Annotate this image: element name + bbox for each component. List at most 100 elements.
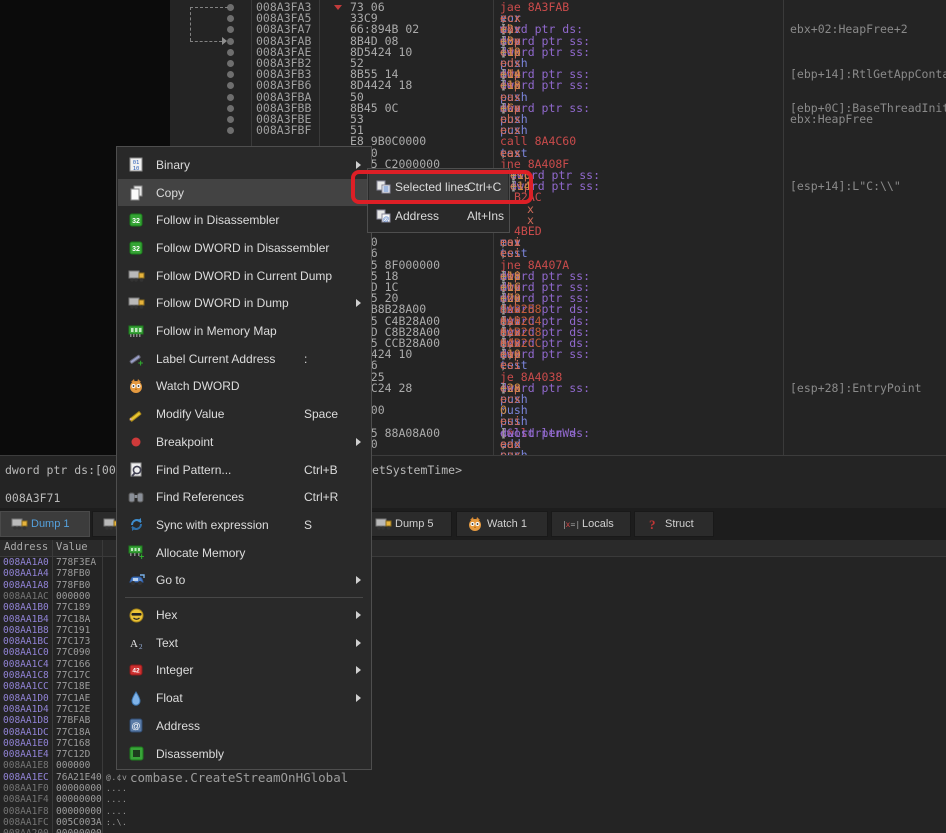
tab-dump-5[interactable]: Dump 5 (364, 511, 452, 537)
menu-item-label: Sync with expression (156, 518, 269, 532)
menu-separator (125, 597, 363, 598)
dump-row[interactable]: 008AA1F400000000.... (0, 794, 946, 805)
menu-item-allocate-memory[interactable]: +Allocate Memory (118, 539, 370, 567)
menu-item-label: Allocate Memory (156, 546, 245, 560)
menu-item-address[interactable]: @Address (118, 712, 370, 740)
menu-item-sync-with-expression[interactable]: Sync with expression S (118, 511, 370, 539)
menu-item-label: Follow DWORD in Dump (156, 296, 289, 310)
menu-item-label-current-address[interactable]: + Label Current Address: (118, 345, 370, 373)
dump-value: 00000000 (56, 806, 102, 817)
cpu32-icon: 32 (127, 239, 145, 257)
menu-item-copy[interactable]: Copy (118, 179, 370, 207)
menu-item-shortcut: Space (304, 407, 338, 421)
menu-item-follow-dword-in-current-dump[interactable]: Follow DWORD in Current Dump (118, 262, 370, 290)
dump-ascii: .... (106, 783, 127, 794)
info-expression-right: etSystemTime> (372, 463, 462, 477)
submenu-item-address[interactable]: @AddressAlt+Ins (369, 201, 508, 230)
menu-item-find-references[interactable]: Find ReferencesCtrl+R (118, 483, 370, 511)
tab-watch-1[interactable]: Watch 1 (456, 511, 548, 537)
dump-ascii: .... (106, 794, 127, 805)
dump-value: 77C18E (56, 681, 90, 692)
dump-row[interactable]: 008AA1FC005C003A:.\. (0, 817, 946, 828)
watch-icon (466, 515, 484, 533)
menu-item-text[interactable]: A2Text (118, 629, 370, 657)
svg-text:2: 2 (139, 643, 143, 650)
instruction-comment: [esp+14]:L"C:\\" (790, 181, 901, 192)
menu-item-follow-in-disassembler[interactable]: 32Follow in Disassembler (118, 206, 370, 234)
svg-text:42: 42 (132, 668, 140, 675)
struct-icon: ? (644, 515, 662, 533)
tab-locals[interactable]: |x=|Locals (551, 511, 631, 537)
hex-icon (127, 606, 145, 624)
locals-icon: |x=| (561, 515, 579, 533)
instruction-comment: ebx+02:HeapFree+2 (790, 24, 908, 35)
menu-item-go-to[interactable]: Go to (118, 567, 370, 595)
menu-item-find-pattern[interactable]: Find Pattern...Ctrl+B (118, 456, 370, 484)
dump-row[interactable]: 008AA1F8 00000000.... (0, 806, 946, 817)
copy-address-icon: @ (374, 207, 392, 225)
menu-item-modify-value[interactable]: Modify ValueSpace (118, 400, 370, 428)
watch-icon (127, 377, 145, 395)
dump-address: 008AA1D4 (3, 704, 49, 715)
tab-dump-1[interactable]: Dump 1 (0, 511, 90, 537)
breakpoint-icon (127, 433, 145, 451)
menu-item-label: Copy (156, 186, 184, 200)
menu-item-binary[interactable]: 0110Binary (118, 151, 370, 179)
dump-value: 005C003A (56, 817, 102, 828)
dump-address: 008AA1B0 (3, 602, 49, 613)
menu-item-hex[interactable]: Hex (118, 601, 370, 629)
dump-value: 77C191 (56, 625, 90, 636)
menu-item-watch-dword[interactable]: Watch DWORD (118, 373, 370, 401)
menu-item-label: Text (156, 636, 178, 650)
dump-row[interactable]: 008AA1EC76A21E40@.¢vcombase.CreateStream… (0, 772, 946, 783)
menu-item-follow-dword-in-dump[interactable]: Follow DWORD in Dump (118, 290, 370, 318)
dump-address: 008AA1F8 (3, 806, 49, 817)
menu-item-breakpoint[interactable]: Breakpoint (118, 428, 370, 456)
menu-item-label: Disassembly (156, 747, 224, 761)
menu-item-label: Breakpoint (156, 435, 213, 449)
svg-text:+: + (138, 358, 143, 367)
dump-ascii: .... (106, 806, 127, 817)
instruction-comment: [esp+28]:EntryPoint (790, 383, 922, 394)
dump-value: 77C1AE (56, 693, 90, 704)
dump-address: 008AA1F4 (3, 794, 49, 805)
breakpoint-dot (227, 82, 234, 89)
menu-item-follow-dword-in-disassembler[interactable]: 32Follow DWORD in Disassembler (118, 234, 370, 262)
dump-value: 77C18A (56, 614, 90, 625)
dump-address: 008AA1DC (3, 727, 49, 738)
menu-item-label: Find Pattern... (156, 463, 231, 477)
dump-value: 77C17C (56, 670, 90, 681)
menu-item-shortcut: : (304, 352, 307, 366)
breakpoint-dot (227, 71, 234, 78)
menu-item-float[interactable]: Float (118, 684, 370, 712)
dump-value: 77C166 (56, 659, 90, 670)
tab-label: Locals (582, 518, 614, 530)
cpu32-icon: 32 (127, 211, 145, 229)
menu-item-integer[interactable]: 42Integer (118, 657, 370, 685)
menu-item-disassembly[interactable]: Disassembly (118, 740, 370, 768)
submenu-item-label: Address (395, 209, 439, 223)
submenu-arrow-icon (356, 299, 361, 307)
dump-value: 76A21E40 (56, 772, 102, 783)
menu-item-follow-in-memory-map[interactable]: Follow in Memory Map (118, 317, 370, 345)
find-pattern-icon (127, 461, 145, 479)
dump-ascii: .... (106, 828, 127, 833)
dump-value: 778FB0 (56, 568, 90, 579)
dump-address: 008AA1AC (3, 591, 49, 602)
submenu-arrow-icon (356, 161, 361, 169)
disassembly-icon (127, 745, 145, 763)
submenu-arrow-icon (356, 576, 361, 584)
tab-label: Dump 5 (395, 518, 434, 530)
breakpoint-dot (227, 60, 234, 67)
dump-row[interactable]: 008AA20000000000.... (0, 828, 946, 833)
tab-struct[interactable]: ?Struct (634, 511, 714, 537)
dump-value: 778FB0 (56, 580, 90, 591)
menu-item-label: Label Current Address (156, 352, 275, 366)
dump-value: 000000 (56, 591, 90, 602)
dump-row[interactable]: 008AA1F000000000.... (0, 783, 946, 794)
menu-item-shortcut: S (304, 518, 312, 532)
goto-icon (127, 571, 145, 589)
breakpoint-dot (227, 116, 234, 123)
tab-partial[interactable] (92, 511, 118, 537)
dump-address: 008AA1A0 (3, 557, 49, 568)
